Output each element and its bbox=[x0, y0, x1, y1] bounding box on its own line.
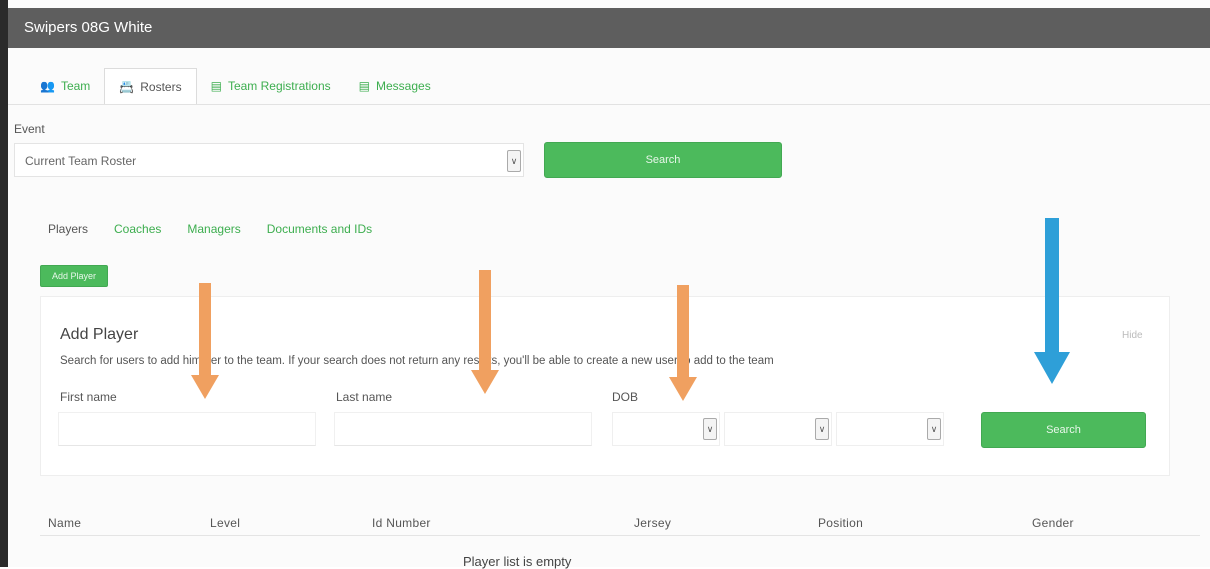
annotation-arrow-down-icon bbox=[1034, 218, 1070, 384]
list-icon: ▤ bbox=[210, 79, 222, 93]
add-player-title: Add Player bbox=[60, 326, 139, 343]
annotation-arrow-down-icon bbox=[191, 283, 219, 399]
chevron-down-icon: ∨ bbox=[703, 418, 717, 440]
hide-link[interactable]: Hide bbox=[1122, 330, 1143, 341]
last-name-input[interactable] bbox=[334, 412, 592, 446]
event-select[interactable]: Current Team Roster ∨ bbox=[14, 143, 524, 177]
column-header-gender: Gender bbox=[1032, 516, 1074, 530]
add-player-description: Search for users to add him/her to the t… bbox=[60, 355, 774, 367]
dob-day-select[interactable]: ∨ bbox=[724, 412, 832, 446]
column-header-name: Name bbox=[48, 516, 82, 530]
event-select-value: Current Team Roster bbox=[25, 154, 137, 168]
subtab-coaches[interactable]: Coaches bbox=[114, 222, 161, 236]
tab-rosters[interactable]: 📇 Rosters bbox=[104, 68, 197, 104]
dob-label: DOB bbox=[612, 390, 639, 404]
chevron-down-icon: ∨ bbox=[927, 418, 941, 440]
tab-messages-label: Messages bbox=[376, 79, 431, 93]
last-name-label: Last name bbox=[336, 390, 393, 404]
event-search-button[interactable]: Search bbox=[544, 142, 782, 178]
roster-card-icon: 📇 bbox=[119, 79, 135, 94]
tab-messages[interactable]: ▤ Messages bbox=[345, 68, 445, 104]
column-header-level: Level bbox=[210, 516, 241, 530]
player-search-button[interactable]: Search bbox=[981, 412, 1146, 448]
annotation-arrow-down-icon bbox=[471, 270, 499, 394]
tab-rosters-label: Rosters bbox=[140, 79, 182, 94]
column-header-jersey: Jersey bbox=[634, 516, 672, 530]
players-table-header: Name Level Id Number Jersey Position Gen… bbox=[40, 510, 1200, 536]
subtab-players[interactable]: Players bbox=[48, 222, 88, 236]
window-title: Swipers 08G White bbox=[8, 8, 1210, 48]
add-player-button[interactable]: Add Player bbox=[40, 265, 108, 287]
tab-team-label: Team bbox=[60, 79, 91, 93]
tab-team-registrations-label: Team Registrations bbox=[227, 79, 331, 93]
subtab-documents-and-ids[interactable]: Documents and IDs bbox=[267, 222, 372, 236]
dob-month-select[interactable]: ∨ bbox=[612, 412, 720, 446]
subtab-managers[interactable]: Managers bbox=[187, 222, 240, 236]
first-name-label: First name bbox=[60, 390, 117, 404]
tabs-divider bbox=[8, 104, 1210, 105]
tab-team-registrations[interactable]: ▤ Team Registrations bbox=[197, 68, 345, 104]
chevron-down-icon: ∨ bbox=[815, 418, 829, 440]
first-name-input[interactable] bbox=[58, 412, 316, 446]
chevron-down-icon: ∨ bbox=[507, 150, 521, 172]
list-icon: ▤ bbox=[358, 79, 370, 93]
team-icon: 👥 bbox=[40, 79, 55, 93]
column-header-id-number: Id Number bbox=[372, 516, 431, 530]
event-label: Event bbox=[14, 122, 45, 136]
main-tabs: 👥 Team 📇 Rosters ▤ Team Registrations ▤ … bbox=[26, 68, 445, 104]
roster-subtabs: Players Coaches Managers Documents and I… bbox=[48, 222, 372, 236]
annotation-arrow-down-icon bbox=[669, 285, 697, 401]
tab-team[interactable]: 👥 Team bbox=[26, 68, 104, 104]
column-header-position: Position bbox=[818, 516, 864, 530]
dob-year-select[interactable]: ∨ bbox=[836, 412, 944, 446]
